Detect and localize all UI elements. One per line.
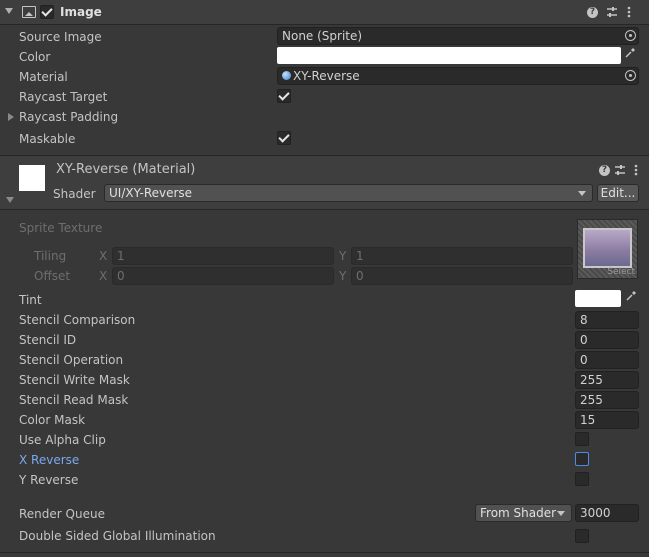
offset-y-label: Y (339, 269, 347, 283)
color-mask-label: Color Mask (19, 413, 86, 427)
stencil-comparison-field[interactable]: 8 (575, 311, 639, 329)
tiling-y-label: Y (339, 249, 347, 263)
double-sided-gi-label: Double Sided Global Illumination (19, 529, 216, 543)
source-image-field[interactable]: None (Sprite) (277, 27, 639, 45)
tiling-x-label: X (99, 249, 108, 263)
material-preview-thumbnail (19, 165, 45, 191)
component-title: Image (60, 5, 102, 19)
edit-button-label: Edit... (600, 186, 636, 200)
object-picker-icon[interactable] (625, 70, 636, 81)
offset-x-label: X (99, 269, 108, 283)
sliders-icon[interactable] (614, 163, 626, 177)
offset-x-value: 0 (117, 269, 125, 283)
triangle-right-icon[interactable] (8, 113, 14, 121)
select-label[interactable]: Select (607, 267, 635, 278)
stencil-write-mask-value: 255 (580, 373, 603, 387)
raycast-padding-label[interactable]: Raycast Padding (19, 109, 118, 125)
raycast-target-label: Raycast Target (19, 90, 108, 104)
image-component-icon (22, 6, 36, 18)
stencil-comparison-label: Stencil Comparison (19, 313, 136, 327)
dropdown-arrow-icon (557, 511, 565, 516)
dropdown-arrow-icon (578, 191, 586, 196)
source-image-value: None (Sprite) (282, 29, 363, 43)
stencil-id-field[interactable]: 0 (575, 331, 639, 349)
render-queue-value: 3000 (580, 506, 611, 520)
x-reverse-label: X Reverse (19, 453, 80, 467)
render-queue-value-field[interactable]: 3000 (575, 504, 639, 522)
shader-dropdown[interactable]: UI/XY-Reverse (104, 184, 593, 202)
object-picker-icon[interactable] (625, 30, 636, 41)
component-enabled-checkbox[interactable] (40, 5, 54, 19)
sprite-texture-slot[interactable]: Select (577, 219, 638, 279)
double-sided-gi-checkbox[interactable] (575, 529, 589, 543)
material-title: XY-Reverse (Material) (56, 162, 196, 177)
triangle-down-icon[interactable] (6, 197, 14, 203)
kebab-menu-icon[interactable] (634, 163, 638, 177)
material-header: XY-Reverse (Material) Shader UI/XY-Rever… (0, 156, 649, 210)
color-swatch[interactable] (277, 47, 621, 64)
tiling-x-value: 1 (117, 249, 125, 263)
stencil-comparison-value: 8 (580, 313, 588, 327)
offset-x-field[interactable]: 0 (112, 267, 334, 285)
render-queue-mode-dropdown[interactable]: From Shader (475, 504, 572, 522)
material-field[interactable]: XY-Reverse (277, 67, 639, 85)
stencil-id-value: 0 (580, 333, 588, 347)
render-queue-label: Render Queue (19, 507, 105, 521)
color-mask-value: 15 (580, 413, 596, 427)
source-image-label: Source Image (19, 30, 102, 44)
offset-y-value: 0 (356, 269, 364, 283)
y-reverse-checkbox[interactable] (575, 472, 589, 486)
help-icon[interactable]: ? (599, 165, 610, 176)
kebab-menu-icon[interactable] (627, 5, 631, 19)
stencil-write-mask-field[interactable]: 255 (575, 371, 639, 389)
raycast-target-checkbox[interactable] (277, 89, 291, 103)
use-alpha-clip-label: Use Alpha Clip (19, 433, 106, 447)
tiling-label: Tiling (34, 249, 67, 263)
stencil-operation-value: 0 (580, 353, 588, 367)
eyedropper-icon[interactable] (622, 47, 638, 63)
material-asset-icon (282, 71, 291, 80)
tint-color-swatch[interactable] (575, 290, 621, 307)
offset-label: Offset (34, 269, 71, 283)
shader-label: Shader (53, 187, 96, 201)
stencil-read-mask-field[interactable]: 255 (575, 391, 639, 409)
maskable-checkbox[interactable] (277, 131, 291, 145)
tiling-y-field[interactable]: 1 (351, 247, 573, 265)
use-alpha-clip-checkbox[interactable] (575, 432, 589, 446)
edit-shader-button[interactable]: Edit... (597, 184, 639, 202)
maskable-label: Maskable (19, 132, 76, 146)
stencil-operation-label: Stencil Operation (19, 353, 124, 367)
tiling-x-field[interactable]: 1 (112, 247, 334, 265)
bottom-divider (0, 552, 649, 553)
shader-value: UI/XY-Reverse (109, 186, 193, 200)
render-queue-mode-value: From Shader (480, 506, 557, 520)
image-component-header[interactable]: Image ? (0, 0, 649, 25)
stencil-read-mask-value: 255 (580, 393, 603, 407)
help-icon[interactable]: ? (587, 7, 598, 18)
color-label: Color (19, 50, 51, 64)
stencil-operation-field[interactable]: 0 (575, 351, 639, 369)
stencil-read-mask-label: Stencil Read Mask (19, 393, 129, 407)
stencil-write-mask-label: Stencil Write Mask (19, 373, 130, 387)
tint-label: Tint (19, 293, 42, 307)
color-mask-field[interactable]: 15 (575, 411, 639, 429)
material-label: Material (19, 70, 68, 84)
sprite-texture-label: Sprite Texture (19, 221, 103, 235)
sliders-icon[interactable] (606, 5, 618, 19)
y-reverse-label: Y Reverse (19, 473, 79, 487)
x-reverse-checkbox[interactable] (575, 452, 589, 466)
stencil-id-label: Stencil ID (19, 333, 77, 347)
triangle-down-icon[interactable] (5, 8, 13, 14)
texture-preview-image (583, 228, 632, 268)
tiling-y-value: 1 (356, 249, 364, 263)
offset-y-field[interactable]: 0 (351, 267, 573, 285)
material-value: XY-Reverse (293, 69, 360, 83)
eyedropper-icon[interactable] (623, 290, 639, 306)
